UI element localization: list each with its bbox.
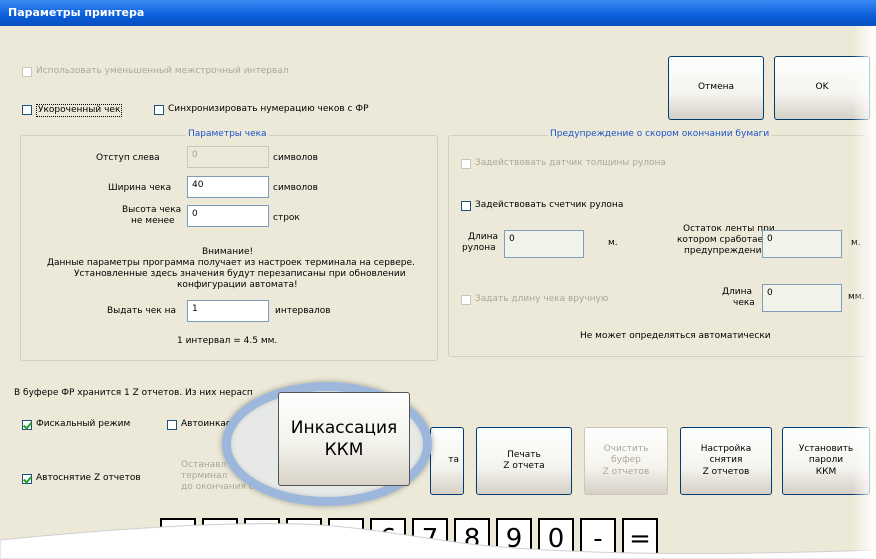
check-params-title: Параметры чека [186, 129, 269, 139]
auto-z-label: Автоснятие Z отчетов [36, 473, 141, 483]
short-check-label: Укороченный чек [36, 104, 123, 117]
right-edge-fade [852, 26, 876, 559]
check-length-label-2: чека [733, 298, 755, 308]
warning-line-4: конфигурации автомата! [177, 280, 298, 290]
interval-note: 1 интервал = 4.5 мм. [177, 336, 278, 346]
cancel-button[interactable]: Отмена [668, 56, 764, 120]
manual-length-label: Задать длину чека вручную [475, 294, 609, 304]
remaining-label-1: Остаток ленты при [683, 224, 775, 234]
height-unit: строк [273, 213, 300, 223]
z-report-settings-button[interactable]: Настройка снятия Z отчетов [680, 427, 772, 495]
printer-settings-window: Параметры принтера Использовать уменьшен… [0, 0, 876, 559]
reduced-interval-checkbox[interactable] [22, 67, 32, 77]
partial-report-button[interactable]: та [430, 427, 464, 495]
buffer-info: В буфере ФР хранится 1 Z отчетов. Из них… [14, 388, 253, 398]
check-length-input[interactable]: 0 [762, 284, 842, 312]
page-curl-overlay [0, 523, 876, 559]
fiscal-mode-checkbox[interactable] [22, 420, 32, 430]
fiscal-mode-label: Фискальный режим [36, 419, 131, 429]
roll-length-label-2: рулона [462, 243, 496, 253]
check-length-label-1: Длина [722, 287, 753, 297]
roll-counter-checkbox[interactable] [461, 201, 471, 211]
print-z-report-button[interactable]: Печать Z отчета [476, 427, 572, 495]
roll-counter-label: Задействовать счетчик рулона [475, 200, 624, 210]
issue-unit: интервалов [275, 306, 331, 316]
window-title: Параметры принтера [0, 0, 876, 26]
clear-buffer-button[interactable]: Очистить буфер Z отчетов [584, 427, 668, 495]
stop-text-2: терминал [181, 471, 228, 481]
manual-length-checkbox[interactable] [461, 295, 471, 305]
height-label-2: не менее [131, 216, 175, 226]
auto-z-checkbox[interactable] [22, 474, 32, 484]
short-check-checkbox[interactable] [22, 105, 32, 115]
roll-length-input[interactable]: 0 [504, 230, 584, 258]
thickness-sensor-checkbox[interactable] [461, 159, 471, 169]
left-indent-unit: символов [273, 153, 318, 163]
paper-warning-title: Предупреждение о скором окончании бумаги [548, 129, 772, 139]
auto-encash-label: Автоинкас [181, 419, 231, 429]
thickness-sensor-label: Задействовать датчик толщины рулона [475, 158, 666, 168]
warning-line-3: Установленные здесь значения будут перез… [74, 269, 406, 279]
issue-input[interactable]: 1 [187, 300, 269, 322]
sync-numbering-checkbox[interactable] [154, 105, 164, 115]
remaining-label-3: предупреждение [684, 246, 767, 256]
left-indent-label: Отступ слева [96, 153, 160, 163]
roll-length-label-1: Длина [468, 232, 499, 242]
remaining-label-2: котором сработает [677, 235, 769, 245]
reduced-interval-label: Использовать уменьшенный межстрочный инт… [36, 66, 289, 76]
roll-length-unit: м. [608, 238, 618, 248]
width-unit: символов [273, 183, 318, 193]
auto-encash-checkbox[interactable] [167, 420, 177, 430]
auto-note: Не может определяться автоматически [580, 331, 771, 341]
remaining-input[interactable]: 0 [762, 230, 842, 258]
width-label: Ширина чека [108, 183, 172, 193]
sync-numbering-label: Синхронизировать нумерацию чеков с ФР [168, 104, 369, 114]
issue-label: Выдать чек на [107, 306, 176, 316]
left-indent-input[interactable]: 0 [187, 146, 269, 168]
kkm-encashment-button[interactable]: Инкассация ККМ [278, 392, 410, 486]
warning-line-1: Внимание! [202, 247, 254, 257]
width-input[interactable]: 40 [187, 176, 269, 198]
warning-line-2: Данные параметры программа получает из н… [47, 258, 415, 268]
height-label-1: Высота чека [122, 205, 182, 215]
height-input[interactable]: 0 [187, 205, 269, 227]
stop-text-1: Останавл [181, 460, 227, 470]
